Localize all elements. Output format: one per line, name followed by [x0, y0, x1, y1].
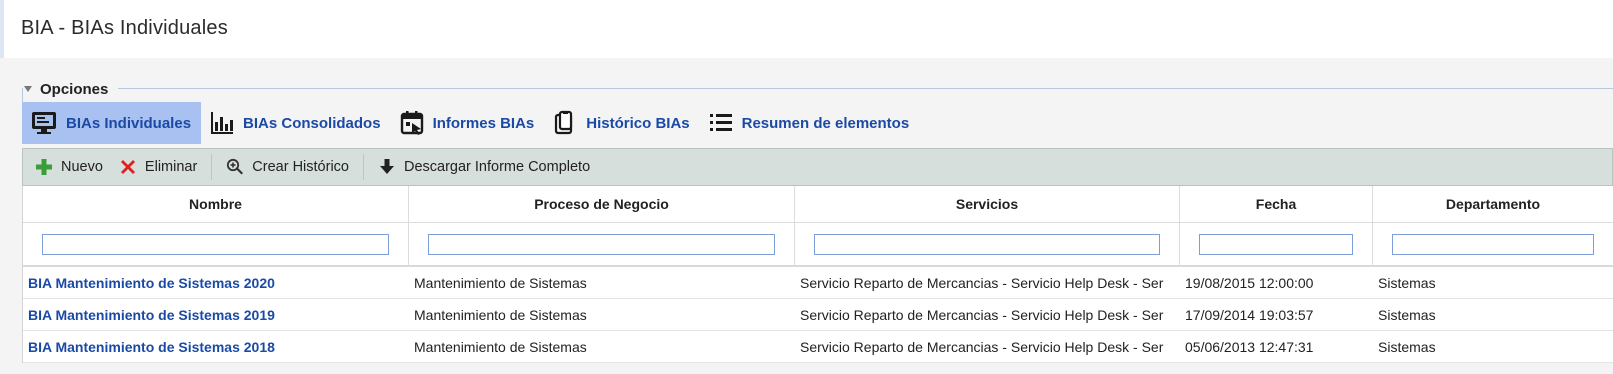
tab-bias-consolidados[interactable]: BIAs Consolidados	[201, 102, 391, 144]
department-cell: Sistemas	[1373, 267, 1613, 299]
monitor-icon	[32, 112, 56, 134]
new-button-label: Nuevo	[61, 159, 103, 175]
process-cell: Mantenimiento de Sistemas	[409, 299, 795, 331]
options-label: Opciones	[40, 80, 109, 98]
table-row[interactable]: BIA Mantenimiento de Sistemas 2019 Mante…	[23, 299, 1613, 331]
filter-cell	[1373, 223, 1613, 267]
clipboard-icon	[555, 110, 573, 135]
tab-label: Histórico BIAs	[586, 114, 690, 132]
delete-button[interactable]: Eliminar	[111, 149, 205, 185]
bia-name-link[interactable]: BIA Mantenimiento de Sistemas 2020	[23, 267, 409, 299]
create-history-button[interactable]: Crear Histórico	[218, 149, 357, 185]
new-button[interactable]: Nuevo	[23, 149, 111, 185]
tab-informes-bias[interactable]: Informes BIAs	[391, 102, 545, 144]
filter-cell	[795, 223, 1180, 267]
filter-cell	[23, 223, 409, 267]
options-divider-line	[118, 88, 1613, 89]
process-cell: Mantenimiento de Sistemas	[409, 331, 795, 363]
zoom-icon	[227, 158, 244, 175]
list-icon	[709, 114, 732, 131]
services-cell: Servicio Reparto de Mercancias - Servici…	[795, 299, 1180, 331]
tab-bias-individuales[interactable]: BIAs Individuales	[22, 102, 202, 144]
bar-chart-icon	[211, 112, 234, 134]
bia-table: Nombre Proceso de Negocio Servicios Fech…	[22, 186, 1613, 363]
tab-historico-bias[interactable]: Histórico BIAs	[544, 102, 699, 144]
column-header-servicios[interactable]: Servicios	[795, 186, 1180, 223]
tab-label: BIAs Individuales	[66, 114, 192, 132]
table-header-row: Nombre Proceso de Negocio Servicios Fech…	[23, 186, 1613, 223]
toolbar-separator	[362, 154, 364, 180]
column-header-fecha[interactable]: Fecha	[1180, 186, 1373, 223]
column-header-proceso[interactable]: Proceso de Negocio	[409, 186, 795, 223]
services-cell: Servicio Reparto de Mercancias - Servici…	[795, 267, 1180, 299]
department-cell: Sistemas	[1373, 299, 1613, 331]
filter-proceso-input[interactable]	[428, 233, 775, 255]
download-report-button[interactable]: Descargar Informe Completo	[370, 149, 598, 185]
services-cell: Servicio Reparto de Mercancias - Servici…	[795, 331, 1180, 363]
date-cell: 05/06/2013 12:47:31	[1180, 331, 1373, 363]
close-icon	[120, 160, 135, 174]
download-report-label: Descargar Informe Completo	[403, 159, 591, 175]
column-header-nombre[interactable]: Nombre	[23, 186, 409, 223]
process-cell: Mantenimiento de Sistemas	[409, 267, 795, 299]
table-row[interactable]: BIA Mantenimiento de Sistemas 2020 Mante…	[23, 267, 1613, 299]
page-title: BIA - BIAs Individuales	[21, 17, 228, 39]
filter-row	[23, 223, 1613, 267]
tab-label: Resumen de elementos	[741, 114, 910, 132]
tab-bar: BIAs Individuales BIAs Consolidados Info…	[22, 102, 919, 144]
create-history-label: Crear Histórico	[252, 159, 349, 175]
calendar-icon	[400, 111, 423, 135]
table-row[interactable]: BIA Mantenimiento de Sistemas 2018 Mante…	[23, 331, 1613, 363]
bia-name-link[interactable]: BIA Mantenimiento de Sistemas 2018	[23, 331, 409, 363]
options-divider	[22, 88, 23, 103]
plus-icon	[36, 159, 52, 175]
department-cell: Sistemas	[1373, 331, 1613, 363]
date-cell: 19/08/2015 12:00:00	[1180, 267, 1373, 299]
download-arrow-icon	[379, 159, 394, 174]
tab-label: BIAs Consolidados	[243, 114, 381, 132]
collapse-triangle-icon[interactable]	[24, 86, 32, 92]
filter-servicios-input[interactable]	[814, 233, 1160, 255]
tab-resumen-elementos[interactable]: Resumen de elementos	[700, 102, 920, 144]
delete-button-label: Eliminar	[144, 159, 198, 175]
filter-departamento-input[interactable]	[1392, 233, 1594, 255]
bia-name-link[interactable]: BIA Mantenimiento de Sistemas 2019	[23, 299, 409, 331]
date-cell: 17/09/2014 19:03:57	[1180, 299, 1373, 331]
filter-cell	[409, 223, 795, 267]
toolbar-separator	[211, 154, 213, 180]
filter-nombre-input[interactable]	[42, 233, 389, 255]
page-header: BIA - BIAs Individuales	[0, 0, 1613, 58]
filter-fecha-input[interactable]	[1199, 233, 1353, 255]
column-header-departamento[interactable]: Departamento	[1373, 186, 1613, 223]
toolbar: Nuevo Eliminar Crear Histórico Descargar…	[22, 148, 1613, 186]
filter-cell	[1180, 223, 1373, 267]
options-toggle[interactable]: Opciones	[24, 79, 108, 99]
tab-label: Informes BIAs	[432, 114, 535, 132]
